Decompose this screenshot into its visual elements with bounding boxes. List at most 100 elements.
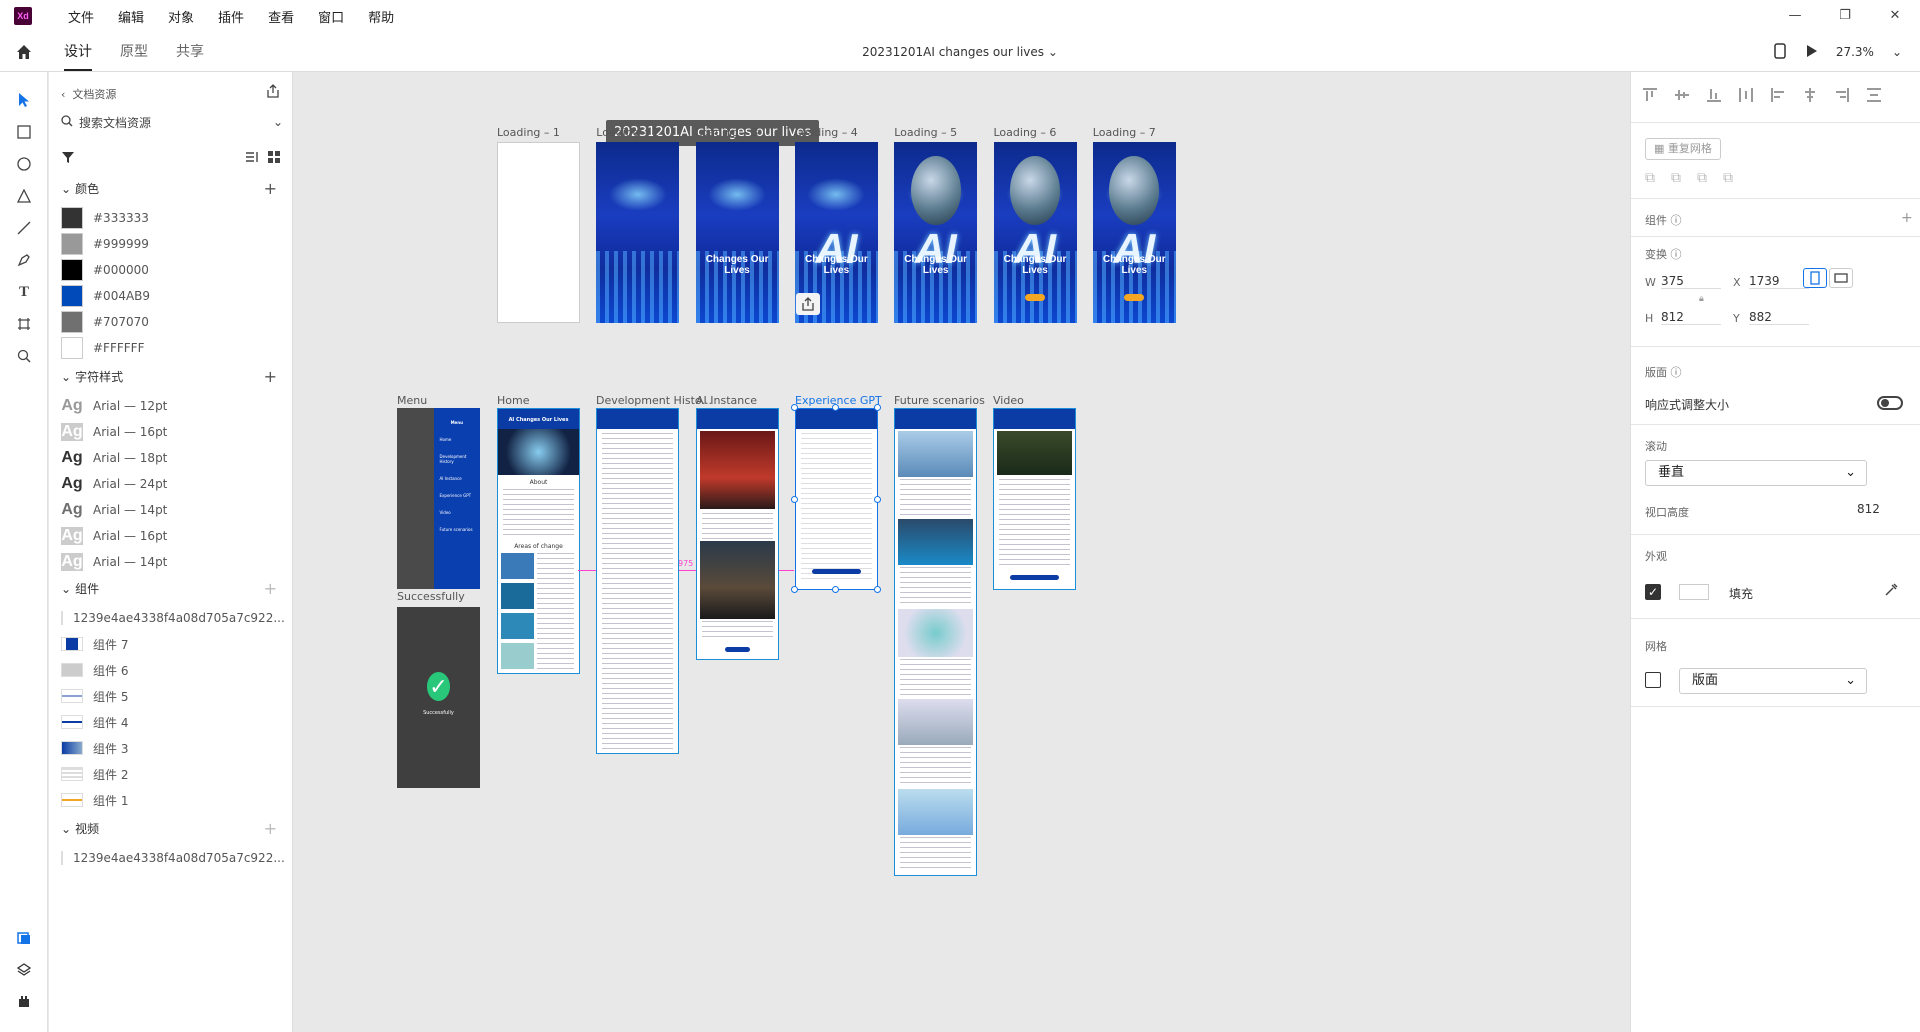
artboard-ai-instance[interactable] [696,408,779,660]
color-swatch-item[interactable]: #707070 [61,310,281,334]
restore-icon[interactable]: ❐ [1820,0,1870,32]
zoom-level[interactable]: 27.3% [1836,45,1874,59]
exclude-icon[interactable]: ⧉ [1723,170,1733,186]
artboard-label-loading[interactable]: Loading – 3 [696,126,759,139]
grid-checkbox[interactable] [1645,672,1661,688]
eyedropper-icon[interactable] [1883,582,1899,601]
artboard-loading[interactable] [596,142,680,323]
align-bottom-icon[interactable] [1705,86,1723,104]
device-preview-icon[interactable] [1774,42,1786,62]
artboard-label-successfully[interactable]: Successfully [397,590,465,603]
share-icon[interactable] [796,293,820,315]
menu-edit[interactable]: 编辑 [106,7,156,26]
menu-plugins[interactable]: 插件 [206,7,256,26]
height-field[interactable]: 812 [1661,310,1721,325]
menu-view[interactable]: 查看 [256,7,306,26]
artboard-label-loading[interactable]: Loading – 6 [994,126,1057,139]
add-component-icon[interactable]: + [264,579,277,598]
component-item[interactable]: 组件 6 [61,658,281,682]
artboard-home[interactable]: AI Changes Our Lives About Areas of chan… [497,408,580,674]
chevron-down-icon[interactable]: ⌄ [61,182,71,196]
component-item[interactable]: 组件 3 [61,736,281,760]
component-item[interactable]: 组件 1 [61,788,281,812]
intersect-icon[interactable]: ⧉ [1697,170,1707,186]
char-style-item[interactable]: Ag Arial — 12pt [61,394,281,418]
line-tool-icon[interactable] [14,218,34,238]
component-item[interactable]: 组件 5 [61,684,281,708]
artboard-successfully[interactable]: ✓ Successfully [397,607,480,788]
viewport-height-field[interactable]: 812 [1857,502,1880,516]
minimize-icon[interactable]: — [1770,0,1820,32]
select-tool-icon[interactable] [14,90,34,110]
artboard-label-loading[interactable]: Loading – 7 [1093,126,1156,139]
layers-panel-icon[interactable] [14,960,34,980]
zoom-tool-icon[interactable] [14,346,34,366]
artboard-label-loading[interactable]: Loading – 1 [497,126,560,139]
video-section[interactable]: ⌄ 视频 + [61,819,283,838]
chevron-down-icon[interactable]: ⌄ [61,370,71,384]
tab-design[interactable]: 设计 [64,33,92,71]
play-icon[interactable] [1804,44,1818,61]
polygon-tool-icon[interactable] [14,186,34,206]
assets-header[interactable]: ‹ 文档资源 [61,86,116,102]
component-item[interactable]: 1239e4ae4338f4a08d705a7c922... [61,606,285,630]
video-item[interactable]: 1239e4ae4338f4a08d705a7c922... [61,846,285,870]
artboard-label-dev-history[interactable]: Development Histo... [596,394,712,407]
resize-handle[interactable] [874,496,881,503]
artboard-experience-gpt[interactable] [795,408,878,590]
artboard-dev-history[interactable] [596,408,679,754]
distribute-horizontal-icon[interactable] [1865,86,1883,104]
menu-object[interactable]: 对象 [156,7,206,26]
chevron-down-icon[interactable]: ⌄ [61,582,71,596]
responsive-resize-toggle[interactable] [1877,396,1903,410]
resize-handle[interactable] [832,404,839,411]
tab-share[interactable]: 共享 [176,33,204,71]
pen-tool-icon[interactable] [14,250,34,270]
add-char-style-icon[interactable]: + [264,367,277,386]
artboard-video[interactable] [993,408,1076,590]
tab-prototype[interactable]: 原型 [120,33,148,71]
resize-handle[interactable] [791,404,798,411]
artboard-label-loading[interactable]: Loading – 4 [795,126,858,139]
artboard-future[interactable] [894,408,977,876]
component-item[interactable]: 组件 4 [61,710,281,734]
menu-window[interactable]: 窗口 [306,7,356,26]
resize-handle[interactable] [791,586,798,593]
export-icon[interactable] [266,84,280,101]
y-field[interactable]: 882 [1749,310,1809,325]
artboard-loading[interactable]: AI Changes Our Lives [894,142,978,323]
artboard-tool-icon[interactable] [14,314,34,334]
width-field[interactable]: 375 [1661,274,1721,289]
add-video-icon[interactable]: + [264,819,277,838]
char-style-item[interactable]: Ag Arial — 18pt [61,446,281,470]
repeat-grid-button[interactable]: ▦ 重复网格 [1645,138,1721,160]
chevron-down-icon[interactable]: ⌄ [1048,45,1058,59]
close-icon[interactable]: ✕ [1870,0,1920,32]
grid-type-select[interactable]: 版面 ⌄ [1679,668,1867,694]
fill-color-swatch[interactable] [1679,584,1709,600]
home-icon[interactable] [14,42,34,62]
union-icon[interactable]: ⧉ [1645,170,1655,186]
color-swatch-item[interactable]: #FFFFFF [61,336,281,360]
resize-handle[interactable] [874,404,881,411]
x-field[interactable]: 1739 [1749,274,1809,289]
component-item[interactable]: 组件 2 [61,762,281,786]
text-tool-icon[interactable]: T [14,282,34,302]
resize-handle[interactable] [832,586,839,593]
artboard-label-menu[interactable]: Menu [397,394,427,407]
color-swatch-item[interactable]: #333333 [61,206,281,230]
menu-help[interactable]: 帮助 [356,7,406,26]
artboard-loading[interactable]: Changes Our Lives [695,142,779,323]
lock-ratio-icon[interactable]: 🔒︎ [1699,294,1704,304]
artboard-label-home[interactable]: Home [497,394,529,407]
chevron-down-icon[interactable]: ⌄ [61,822,71,836]
add-component-icon[interactable]: + [1901,210,1913,226]
add-color-icon[interactable]: + [264,179,277,198]
assets-panel-icon[interactable] [14,928,34,948]
grid-view-icon[interactable] [267,150,281,167]
menu-file[interactable]: 文件 [56,7,106,26]
ellipse-tool-icon[interactable] [14,154,34,174]
assets-search[interactable]: 搜索文档资源 ⌄ [61,110,283,134]
artboard-label-future[interactable]: Future scenarios [894,394,985,407]
color-swatch-item[interactable]: #000000 [61,258,281,282]
